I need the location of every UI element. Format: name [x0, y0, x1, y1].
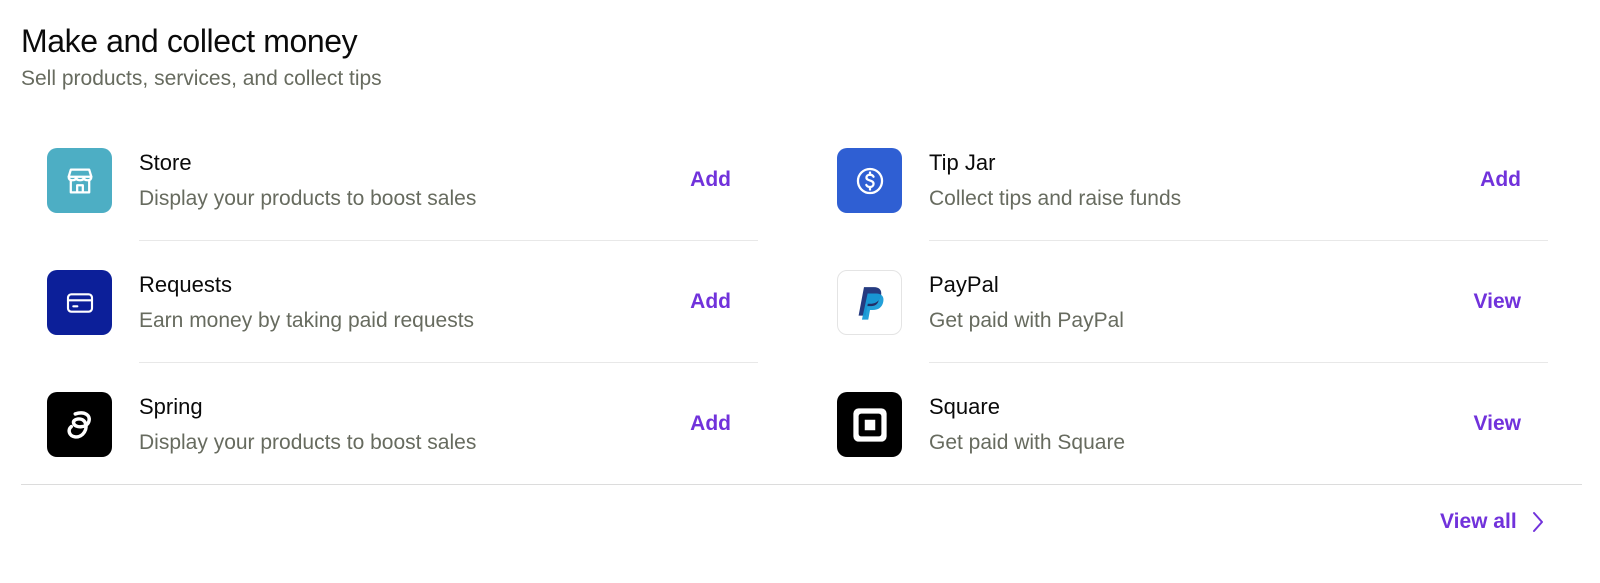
list-item-spring: Spring Display your products to boost sa… — [21, 363, 758, 485]
item-description: Display your products to boost sales — [139, 431, 477, 454]
list-item-tip-jar: Tip Jar Collect tips and raise funds Add — [811, 119, 1548, 241]
view-all-link[interactable]: View all — [1440, 508, 1545, 536]
integrations-grid: Store Display your products to boost sal… — [21, 119, 1582, 485]
item-name: Store — [139, 150, 192, 175]
item-name: Requests — [139, 272, 232, 297]
view-paypal-button[interactable]: View — [1474, 288, 1521, 316]
left-column: Store Display your products to boost sal… — [21, 119, 758, 485]
view-all-label: View all — [1440, 510, 1517, 533]
item-name: Square — [929, 394, 1000, 419]
list-item-requests: Requests Earn money by taking paid reque… — [21, 241, 758, 363]
item-name: PayPal — [929, 272, 999, 297]
item-name: Spring — [139, 394, 203, 419]
list-item-square: Square Get paid with Square View — [811, 363, 1548, 485]
section-title: Make and collect money — [21, 23, 358, 59]
chevron-right-icon — [1532, 512, 1543, 532]
item-description: Collect tips and raise funds — [929, 187, 1182, 210]
item-description: Display your products to boost sales — [139, 187, 477, 210]
add-requests-button[interactable]: Add — [690, 288, 731, 316]
section-divider — [21, 484, 1582, 485]
dollar-coin-icon — [837, 148, 902, 213]
spring-logo-icon — [47, 392, 112, 457]
item-description: Earn money by taking paid requests — [139, 309, 475, 332]
right-column: Tip Jar Collect tips and raise funds Add… — [811, 119, 1548, 485]
add-tip-jar-button[interactable]: Add — [1480, 166, 1521, 194]
square-logo-icon — [837, 392, 902, 457]
item-name: Tip Jar — [929, 150, 996, 175]
item-description: Get paid with PayPal — [929, 309, 1124, 332]
card-icon — [47, 270, 112, 335]
section-subtitle: Sell products, services, and collect tip… — [21, 67, 382, 90]
list-item-paypal: PayPal Get paid with PayPal View — [811, 241, 1548, 363]
store-icon — [47, 148, 112, 213]
add-store-button[interactable]: Add — [690, 166, 731, 194]
view-square-button[interactable]: View — [1474, 410, 1521, 438]
paypal-logo-icon — [837, 270, 902, 335]
item-description: Get paid with Square — [929, 431, 1126, 454]
list-item-store: Store Display your products to boost sal… — [21, 119, 758, 241]
page: Make and collect money Sell products, se… — [0, 0, 1600, 583]
add-spring-button[interactable]: Add — [690, 410, 731, 438]
